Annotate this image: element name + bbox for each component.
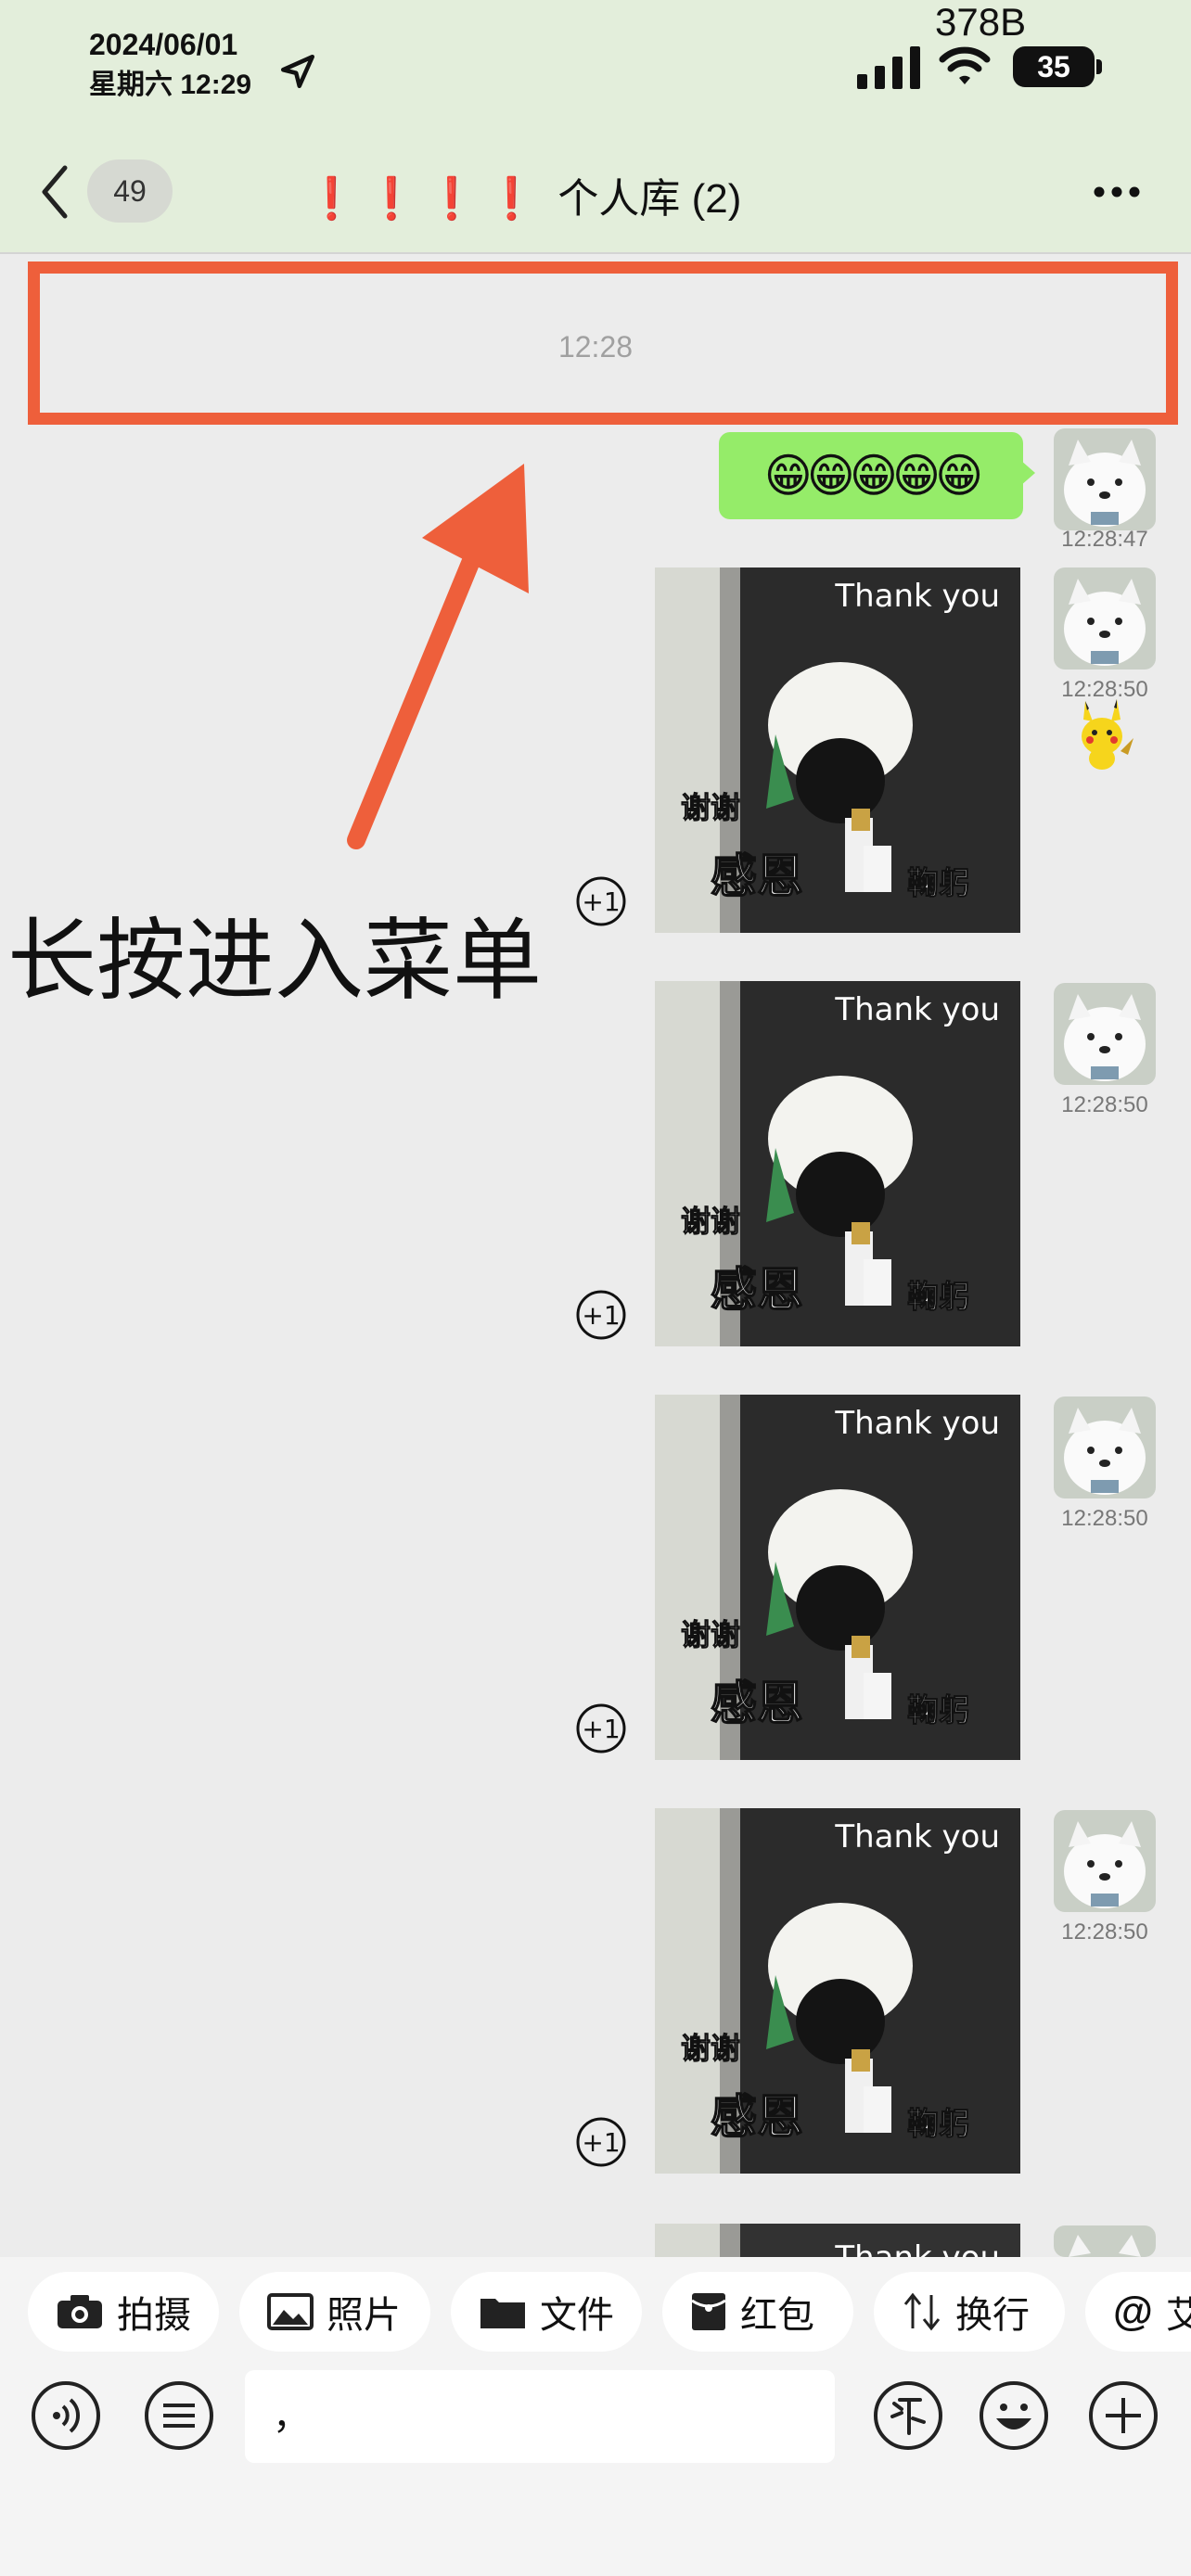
plus-one-button[interactable]: +1 <box>575 1289 627 1341</box>
chip-files[interactable]: 文件 <box>451 2272 642 2352</box>
sticker-caption-bottom-right: 鞠躬 <box>907 2106 970 2143</box>
more-options-icon[interactable] <box>1093 185 1141 198</box>
thank-you-sticker[interactable]: Thank you 谢谢 感恩 鞠躬 <box>655 567 1020 933</box>
voice-button[interactable] <box>30 2379 102 2452</box>
message-input[interactable]: ， <box>245 2370 835 2463</box>
camera-icon <box>58 2295 102 2328</box>
chip-mention[interactable]: @ 艾 <box>1085 2272 1191 2352</box>
thank-you-sticker[interactable]: Thank you 谢谢 感恩 鞠躬 <box>655 1808 1020 2174</box>
menu-button[interactable] <box>143 2379 215 2452</box>
thank-you-sticker[interactable]: Thank you 谢谢 感恩 鞠躬 <box>655 1395 1020 1760</box>
network-speed: 378B <box>935 0 1027 44</box>
plus-one-label: +1 <box>582 1300 620 1331</box>
long-press-hint: 长按进入菜单 <box>7 912 542 1011</box>
sticker-caption-bottom-left: 感恩 <box>711 1263 803 1317</box>
annotation-arrow-icon <box>347 464 529 849</box>
sticker-caption-bottom-right: 鞠躬 <box>907 865 970 902</box>
sticker-caption-top: Thank you <box>834 2239 1000 2257</box>
plus-one-label: +1 <box>582 886 620 917</box>
sticker-caption-mid: 谢谢 <box>681 1204 740 1239</box>
wifi-icon <box>939 46 991 84</box>
sticker-caption-mid: 谢谢 <box>681 2031 740 2066</box>
title-exclamation-marks: ❗❗❗❗ <box>306 176 547 222</box>
bubble-tail <box>1020 460 1035 486</box>
plus-one-label: +1 <box>582 2127 620 2158</box>
photo-icon <box>267 2293 314 2330</box>
sticker-caption-top: Thank you <box>834 1818 1000 1855</box>
chip-label: 拍摄 <box>117 2295 191 2336</box>
chip-newline[interactable]: 换行 <box>874 2272 1065 2352</box>
red-packet-icon <box>691 2293 726 2330</box>
header-divider <box>0 252 1191 254</box>
plus-one-label: +1 <box>582 1714 620 1744</box>
at-icon: @ <box>1113 2289 1153 2334</box>
newline-icon <box>903 2292 941 2331</box>
folder-icon <box>480 2299 525 2328</box>
message-timestamp: 12:28 <box>557 330 634 363</box>
chip-photos[interactable]: 照片 <box>239 2272 430 2352</box>
sticker-caption-bottom-left: 感恩 <box>711 849 803 903</box>
add-more-button[interactable] <box>1087 2379 1159 2452</box>
message-time: 12:28:50 <box>1061 1506 1148 1531</box>
message-time: 12:28:50 <box>1061 1919 1148 1945</box>
chip-camera[interactable]: 拍摄 <box>28 2272 219 2352</box>
sticker-pack-button[interactable] <box>872 2379 944 2452</box>
status-date: 2024/06/01 <box>89 28 238 61</box>
sticker-caption-bottom-right: 鞠躬 <box>907 1692 970 1729</box>
avatar[interactable] <box>1054 1396 1156 1498</box>
chip-red-packet[interactable]: 红包 <box>662 2272 853 2352</box>
battery-tip <box>1096 59 1102 74</box>
avatar[interactable] <box>1054 983 1156 1085</box>
chat-title: ❗❗❗❗ 个人库 (2) <box>306 165 881 224</box>
chip-label: 红包 <box>740 2295 814 2336</box>
thank-you-sticker[interactable]: Thank you <box>655 2224 1020 2257</box>
sticker-caption-bottom-right: 鞠躬 <box>907 1279 970 1316</box>
cellular-signal-icon <box>857 46 920 89</box>
thank-you-sticker[interactable]: Thank you 谢谢 感恩 鞠躬 <box>655 981 1020 1346</box>
chip-label: 换行 <box>955 2295 1030 2336</box>
title-text: 个人库 (2) <box>557 176 742 222</box>
sticker-caption-top: Thank you <box>834 1405 1000 1442</box>
message-time: 12:28:47 <box>1061 527 1148 552</box>
avatar[interactable] <box>1054 567 1156 670</box>
text-message-bubble[interactable]: 😁😁😁😁😁 <box>719 432 1023 519</box>
plus-one-button[interactable]: +1 <box>575 1702 627 1754</box>
location-arrow-icon <box>280 54 315 89</box>
back-chevron-icon[interactable] <box>37 162 74 222</box>
pikachu-sticker-icon <box>1082 699 1133 770</box>
chip-label: 艾 <box>1165 2295 1191 2336</box>
chip-label: 照片 <box>327 2295 401 2336</box>
battery-indicator: 35 <box>1013 46 1104 87</box>
message-time: 12:28:50 <box>1061 1092 1148 1117</box>
sticker-caption-top: Thank you <box>834 991 1000 1028</box>
sticker-caption-bottom-left: 感恩 <box>711 2090 803 2144</box>
chip-label: 文件 <box>540 2295 614 2336</box>
sticker-caption-top: Thank you <box>834 578 1000 615</box>
status-time: 星期六 12:29 <box>89 70 252 100</box>
unread-count-badge[interactable]: 49 <box>87 159 173 223</box>
avatar[interactable] <box>1054 1810 1156 1912</box>
battery-level: 35 <box>1013 46 1095 87</box>
avatar[interactable] <box>1054 428 1156 530</box>
avatar[interactable] <box>1054 2225 1156 2257</box>
plus-one-button[interactable]: +1 <box>575 2116 627 2168</box>
sticker-caption-mid: 谢谢 <box>681 790 740 825</box>
sticker-caption-mid: 谢谢 <box>681 1617 740 1652</box>
plus-one-button[interactable]: +1 <box>575 875 627 927</box>
emoji-button[interactable] <box>978 2379 1050 2452</box>
sticker-caption-bottom-left: 感恩 <box>711 1677 803 1730</box>
